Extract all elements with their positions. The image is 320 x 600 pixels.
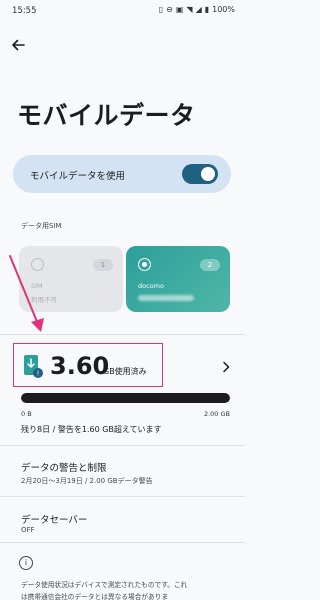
dnd-icon: ⊖ (166, 5, 173, 14)
usage-progress-bar (21, 393, 230, 403)
info-icon: i (19, 556, 33, 570)
sim-2-name: docomo (138, 282, 164, 290)
divider (0, 496, 245, 497)
status-icons: ▯ ⊖ ▣ ◥ ◢ ▮ 100% (159, 5, 235, 14)
sim-card-2[interactable]: 2 docomo (126, 246, 230, 312)
battery-icon: ▮ (204, 5, 210, 14)
usage-info-text: 残り8日 / 警告を1.60 GB超えています (21, 425, 162, 434)
data-saver-status: OFF (21, 526, 35, 534)
mobile-data-toggle-row[interactable]: モバイルデータを使用 (13, 155, 231, 193)
back-arrow-icon[interactable] (9, 36, 27, 54)
divider (0, 542, 245, 543)
warning-limit-subtitle: 2月20日～3月19日 / 2.00 GBデータ警告 (21, 477, 153, 485)
page-title: モバイルデータ (17, 101, 196, 130)
vibrate-icon: ▯ (158, 5, 164, 14)
svg-text:!: ! (37, 370, 40, 378)
sim-1-number: 1 (93, 259, 113, 271)
sim-section-label: データ用SIM (21, 222, 62, 230)
wifi-icon: ◥ (186, 5, 193, 14)
usage-bar-min-label: 0 B (21, 410, 32, 418)
warning-limit-title: データの警告と制限 (21, 463, 107, 474)
battery-percent: 100% (212, 5, 235, 14)
usage-bar-max-label: 2.00 GB (203, 410, 230, 418)
chevron-right-icon[interactable] (221, 361, 231, 373)
divider (0, 445, 245, 446)
signal-icon: ◢ (195, 5, 202, 14)
switch-knob (201, 167, 215, 181)
footer-text-line-2: は携帯通信会社のデータとは異なる場合がありま (21, 593, 169, 600)
footer-text-line-1: データ使用状況はデバイスで測定されたものです。これ (21, 581, 188, 589)
sim-2-number: 2 (200, 259, 220, 271)
nfc-icon: ▣ (175, 5, 184, 14)
data-usage-icon: ! (24, 355, 43, 378)
usage-amount: 3.60 (50, 352, 110, 380)
mobile-data-screen: 15:55 ▯ ⊖ ▣ ◥ ◢ ▮ 100% モバイルデータ モバイルデータを使… (0, 0, 245, 600)
sim-2-redacted-number (138, 295, 194, 301)
mobile-data-toggle-label: モバイルデータを使用 (30, 171, 126, 182)
usage-summary[interactable]: ! 3.60 GB使用済み (13, 343, 163, 387)
status-bar: 15:55 ▯ ⊖ ▣ ◥ ◢ ▮ 100% (0, 0, 245, 22)
data-saver-title: データセーバー (21, 515, 88, 526)
sim-2-radio[interactable] (138, 258, 151, 271)
mobile-data-switch[interactable] (182, 164, 218, 184)
usage-unit: GB使用済み (103, 367, 147, 376)
annotation-arrow-icon (9, 255, 44, 332)
status-time: 15:55 (12, 6, 37, 16)
usage-progress-fill (21, 393, 230, 403)
